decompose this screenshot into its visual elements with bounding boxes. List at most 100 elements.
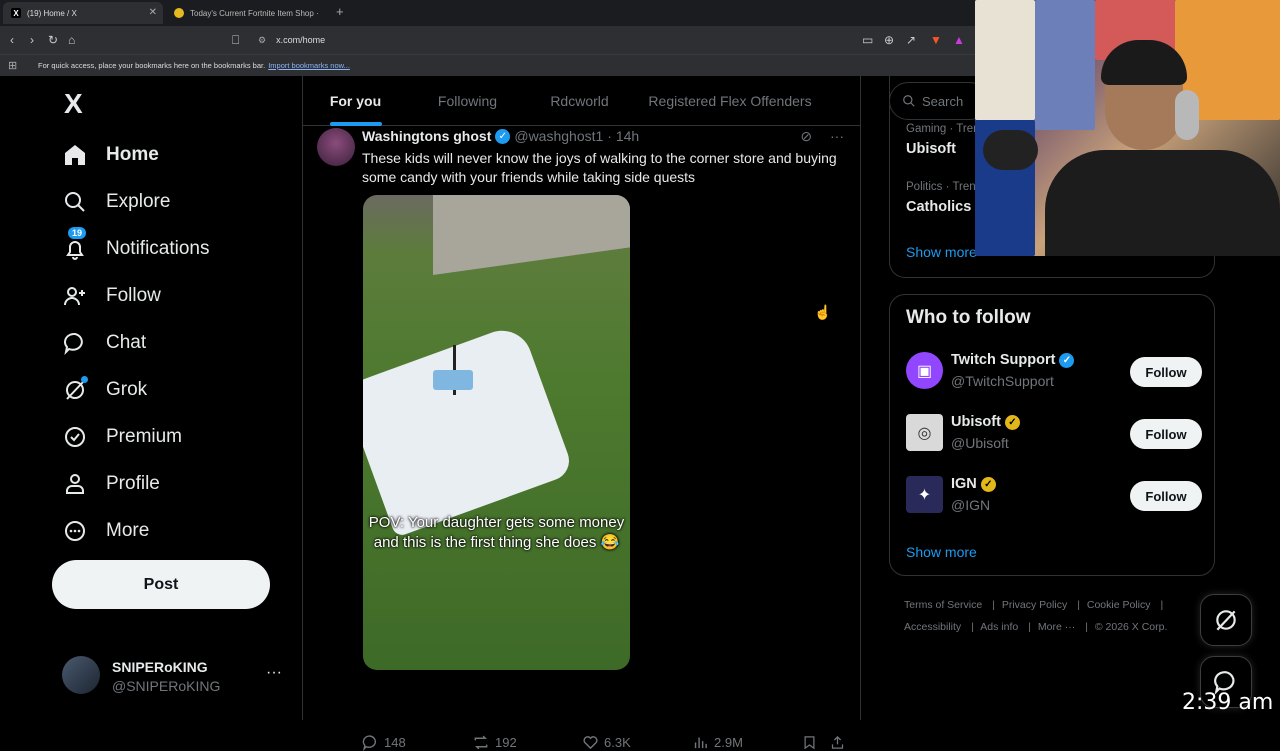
follow-suggestion[interactable]: ▣ Twitch Support ✓ @TwitchSupport Follow bbox=[906, 352, 1202, 392]
tab-registered-flex-offenders[interactable]: Registered Flex Offenders bbox=[632, 76, 828, 126]
close-tab-icon[interactable]: ✕ bbox=[149, 7, 157, 18]
gold-verified-badge-icon: ✓ bbox=[1004, 414, 1020, 430]
browser-tab-fortnite[interactable]: Today's Current Fortnite Item Shop · bbox=[166, 2, 328, 24]
brave-shield-icon[interactable]: ▼ bbox=[930, 33, 942, 47]
nav-notifications[interactable]: 19 Notifications bbox=[62, 227, 210, 262]
bookmark-button[interactable] bbox=[802, 734, 817, 751]
grok-icon bbox=[1216, 610, 1236, 631]
nav-label: Explore bbox=[106, 191, 171, 212]
tweet-author-name[interactable]: Washingtons ghost bbox=[362, 128, 491, 144]
reload-icon[interactable]: ↻ bbox=[48, 33, 58, 47]
feed-tabs: For you Following Rdcworld Registered Fl… bbox=[303, 76, 860, 126]
more-icon[interactable]: ··· bbox=[830, 128, 844, 144]
footer-link[interactable]: Accessibility bbox=[904, 621, 961, 633]
suggestion-handle: @IGN bbox=[951, 497, 991, 513]
site-info-icon[interactable]: ⚙ bbox=[258, 35, 266, 46]
share-icon bbox=[831, 735, 844, 749]
follow-suggestion[interactable]: ◎ Ubisoft ✓ @Ubisoft Follow bbox=[906, 414, 1202, 454]
suggestion-name: Twitch Support ✓ bbox=[951, 352, 1078, 368]
nav-label: Profile bbox=[106, 473, 160, 494]
like-button[interactable]: 6.3K bbox=[582, 734, 631, 751]
twitch-avatar-icon[interactable]: ▣ bbox=[906, 352, 943, 389]
follow-button[interactable]: Follow bbox=[1130, 357, 1202, 387]
x-logo-icon[interactable]: X bbox=[64, 88, 83, 120]
account-switcher[interactable]: SNIPERoKING @SNIPERoKING ··· bbox=[62, 656, 287, 698]
share-button[interactable] bbox=[830, 734, 845, 751]
home-browser-icon[interactable]: ⌂ bbox=[68, 33, 75, 47]
nav-follow[interactable]: Follow bbox=[62, 283, 161, 309]
back-icon[interactable]: ‹ bbox=[10, 33, 14, 47]
ign-avatar-icon[interactable]: ✦ bbox=[906, 476, 943, 513]
ubisoft-avatar-icon[interactable]: ◎ bbox=[906, 414, 943, 451]
tweet[interactable]: Washingtons ghost ✓ @washghost1 · 14h ⊘ … bbox=[303, 126, 860, 751]
more-icon[interactable]: ··· bbox=[266, 664, 282, 682]
search-input[interactable]: Search bbox=[889, 82, 989, 120]
url-text: x.com/home bbox=[276, 35, 326, 45]
nav-home[interactable]: Home bbox=[62, 142, 159, 168]
reply-count: 148 bbox=[384, 735, 406, 750]
nav-label: Home bbox=[106, 144, 159, 165]
tweet-video[interactable]: POV: Your daughter gets some money and t… bbox=[363, 195, 630, 670]
footer-link[interactable]: Privacy Policy bbox=[1002, 599, 1067, 611]
nav-more[interactable]: More bbox=[62, 518, 149, 544]
tweet-header-actions: ⊘ ··· bbox=[800, 128, 844, 145]
forward-icon[interactable]: › bbox=[30, 33, 34, 47]
webcam-overlay bbox=[975, 0, 1280, 256]
nav-profile[interactable]: Profile bbox=[62, 471, 160, 497]
import-bookmarks-link[interactable]: Import bookmarks now... bbox=[268, 61, 350, 70]
who-to-follow-panel: Who to follow ▣ Twitch Support ✓ @TwitchS… bbox=[889, 294, 1215, 576]
share-icon[interactable]: ↗ bbox=[906, 33, 916, 47]
nav-grok[interactable]: Grok bbox=[62, 376, 147, 403]
repost-button[interactable]: 192 bbox=[472, 734, 517, 751]
gold-verified-badge-icon: ✓ bbox=[980, 476, 996, 492]
video-robot bbox=[363, 322, 575, 538]
footer-link[interactable]: More ··· bbox=[1038, 621, 1075, 633]
tab-rdcworld[interactable]: Rdcworld bbox=[527, 76, 632, 126]
tab-following[interactable]: Following bbox=[408, 76, 527, 126]
cast-icon[interactable]: ▭ bbox=[862, 33, 873, 47]
new-tab-button[interactable]: + bbox=[336, 4, 344, 19]
person-body bbox=[1045, 150, 1280, 256]
bell-icon: 19 bbox=[62, 227, 88, 262]
who-to-follow-show-more[interactable]: Show more bbox=[906, 544, 977, 560]
trend-item[interactable]: Catholics bbox=[906, 199, 971, 215]
reply-button[interactable]: 148 bbox=[362, 734, 406, 751]
follow-button[interactable]: Follow bbox=[1130, 481, 1202, 511]
person-icon bbox=[62, 471, 88, 497]
wall-poster bbox=[975, 0, 1035, 120]
tweet-author-handle[interactable]: @washghost1 bbox=[514, 128, 603, 144]
main-feed: For you Following Rdcworld Registered Fl… bbox=[302, 76, 861, 751]
video-robot-lid bbox=[433, 370, 473, 390]
footer-link[interactable]: Terms of Service bbox=[904, 599, 982, 611]
apps-grid-icon[interactable]: ⊞ bbox=[8, 59, 17, 72]
browser-tab-x-home[interactable]: X (19) Home / X ✕ bbox=[3, 2, 163, 24]
tweet-avatar[interactable] bbox=[317, 128, 355, 166]
wall-poster bbox=[1035, 0, 1095, 130]
trend-category: Gaming · Tren bbox=[906, 123, 980, 135]
footer-link[interactable]: Ads info bbox=[980, 621, 1018, 633]
views-button[interactable]: 2.9M bbox=[692, 734, 743, 751]
bookmarks-bar: ⊞ For quick access, place your bookmarks… bbox=[0, 54, 975, 76]
trend-item[interactable]: Ubisoft bbox=[906, 141, 956, 157]
search-icon bbox=[903, 95, 915, 107]
tweet-header: Washingtons ghost ✓ @washghost1 · 14h bbox=[362, 128, 639, 144]
post-button[interactable]: Post bbox=[52, 560, 270, 609]
footer-link[interactable]: Cookie Policy bbox=[1087, 599, 1151, 611]
nav-explore[interactable]: Explore bbox=[62, 189, 170, 215]
grok-icon[interactable]: ⊘ bbox=[800, 128, 812, 144]
follow-button[interactable]: Follow bbox=[1130, 419, 1202, 449]
suggestion-name: Ubisoft ✓ bbox=[951, 414, 1024, 430]
tab-for-you[interactable]: For you bbox=[303, 76, 408, 126]
nav-premium[interactable]: Premium bbox=[62, 424, 182, 450]
bookmark-icon[interactable]: ⎕ bbox=[232, 33, 239, 48]
nav-chat[interactable]: Chat bbox=[62, 330, 146, 356]
trends-show-more[interactable]: Show more bbox=[906, 244, 977, 260]
left-sidebar: X Home Explore 19 Notifications Follow C… bbox=[0, 76, 302, 720]
zoom-icon[interactable]: ⊕ bbox=[884, 33, 894, 47]
nav-label: Follow bbox=[106, 285, 161, 306]
brave-rewards-icon[interactable]: ▲ bbox=[953, 33, 965, 47]
fortnite-favicon-icon bbox=[174, 8, 184, 18]
grok-float-button[interactable] bbox=[1200, 594, 1252, 646]
tweet-text: These kids will never know the joys of w… bbox=[362, 150, 837, 185]
follow-suggestion[interactable]: ✦ IGN ✓ @IGN Follow bbox=[906, 476, 1202, 516]
